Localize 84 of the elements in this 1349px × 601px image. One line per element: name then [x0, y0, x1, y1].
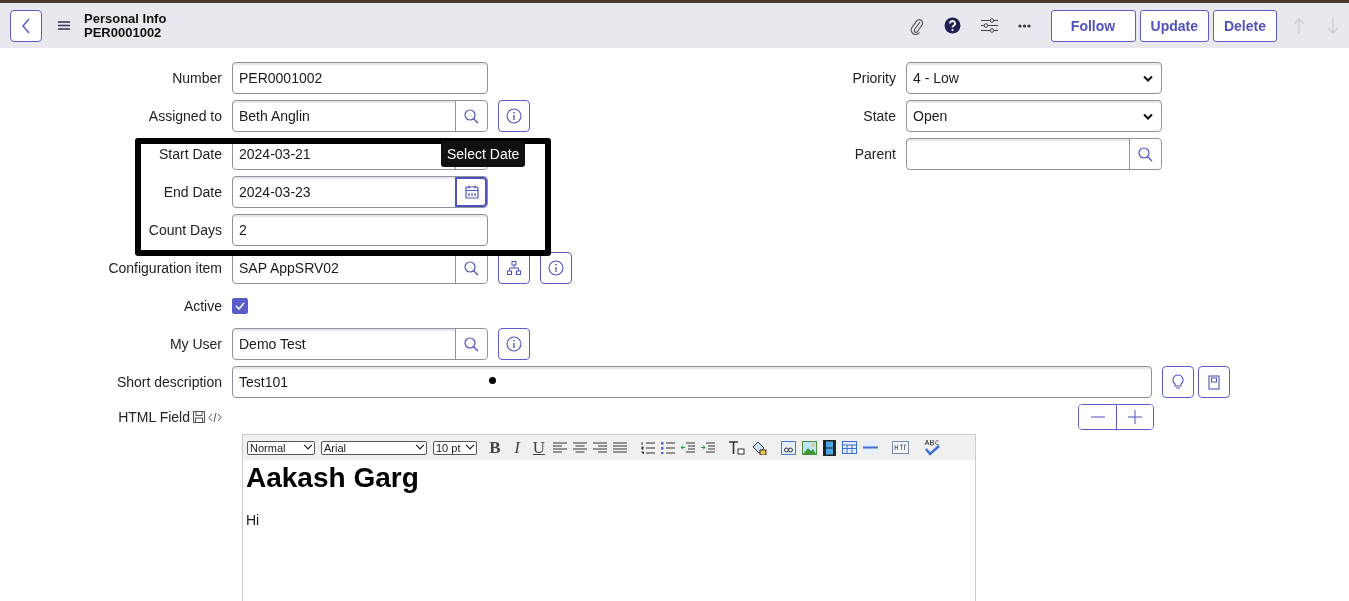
form-title: Personal Info — [84, 11, 167, 26]
field-label: Parent — [853, 146, 897, 162]
bold-button[interactable]: B — [487, 437, 503, 458]
input-field[interactable]: 2 — [232, 214, 488, 246]
input-field[interactable] — [906, 138, 1162, 170]
dot-mark — [489, 377, 496, 384]
chevron-left-icon — [21, 17, 31, 34]
checkbox[interactable] — [232, 298, 248, 314]
field-label: Configuration item — [107, 260, 223, 276]
outdent-icon[interactable] — [681, 441, 695, 454]
justify-icon[interactable] — [613, 441, 627, 454]
indent-icon[interactable] — [701, 441, 715, 454]
checkmark-icon — [235, 302, 245, 310]
text-style-icon[interactable] — [729, 440, 745, 455]
html-source-icon[interactable] — [892, 441, 909, 454]
search-icon — [464, 336, 479, 352]
field-label: My User — [168, 336, 223, 352]
more-icon[interactable] — [1017, 23, 1031, 28]
info-button[interactable] — [540, 252, 572, 284]
header-button[interactable]: Follow — [1050, 9, 1136, 42]
select-field[interactable]: Open — [906, 100, 1162, 132]
underline-button[interactable]: U — [531, 437, 547, 458]
code-icon[interactable] — [208, 411, 222, 423]
header-button[interactable]: Update — [1139, 9, 1209, 42]
search-icon — [1138, 146, 1153, 162]
search-icon — [464, 260, 479, 276]
calendar-icon — [464, 185, 479, 199]
chevron-down-icon — [1143, 112, 1153, 120]
field-label: Count Days — [147, 222, 223, 238]
book-icon — [1208, 374, 1220, 390]
input-field[interactable]: PER0001002 — [232, 62, 488, 94]
link-icon[interactable] — [781, 440, 796, 455]
header-button[interactable]: Delete — [1212, 9, 1277, 42]
align-center-icon[interactable] — [573, 441, 587, 454]
plus-button[interactable] — [1116, 405, 1153, 429]
field-label: Priority — [851, 70, 897, 86]
minus-icon — [1090, 416, 1105, 418]
calendar-button[interactable] — [455, 177, 487, 207]
italic-button[interactable]: I — [509, 437, 525, 458]
menu-icon[interactable] — [58, 21, 70, 30]
input-field[interactable]: Demo Test — [232, 328, 488, 360]
font-select[interactable]: Arial — [321, 440, 427, 455]
field-label: Number — [171, 70, 223, 86]
tooltip: Select Date — [441, 141, 526, 167]
save-icon[interactable] — [193, 411, 205, 423]
table-icon[interactable] — [842, 441, 857, 454]
field-label: State — [862, 108, 897, 124]
info-icon — [506, 108, 522, 124]
field-label: Start Date — [157, 146, 223, 162]
help-icon[interactable] — [943, 17, 961, 34]
align-right-icon[interactable] — [593, 441, 607, 454]
chevron-down-icon — [1143, 74, 1153, 82]
input-field[interactable]: Beth Anglin — [232, 100, 488, 132]
info-icon — [548, 260, 564, 276]
paperclip-icon[interactable] — [909, 16, 924, 35]
bullet-list-icon[interactable] — [661, 441, 675, 454]
plus-icon — [1128, 410, 1142, 424]
field-label: Short description — [115, 374, 223, 390]
input-field[interactable]: 2024-03-23 — [232, 176, 488, 208]
editor-heading: Aakash Garg — [246, 462, 420, 494]
spellcheck-icon[interactable] — [923, 439, 941, 456]
align-left-icon[interactable] — [553, 441, 567, 454]
info-icon — [506, 336, 522, 352]
sliders-icon[interactable] — [980, 18, 998, 33]
record-number: PER0001002 — [84, 25, 163, 40]
select-field[interactable]: 4 - Low — [906, 62, 1162, 94]
input-field[interactable]: Test101 — [232, 366, 1152, 398]
paint-bucket-icon[interactable] — [751, 440, 767, 455]
suggestion-button[interactable] — [1162, 366, 1194, 398]
editor-text: Hi — [246, 512, 261, 528]
numbered-list-icon[interactable] — [641, 441, 655, 454]
size-select[interactable]: 10 pt — [433, 440, 477, 455]
field-label: End Date — [162, 184, 223, 200]
image-icon[interactable] — [802, 440, 817, 455]
knowledge-button[interactable] — [1198, 366, 1230, 398]
field-label: Assigned to — [147, 108, 223, 124]
lightbulb-icon — [1172, 374, 1184, 390]
format-select[interactable]: Normal — [247, 440, 315, 455]
field-label: HTML Field — [118, 409, 190, 425]
search-icon — [464, 108, 479, 124]
back-button[interactable] — [10, 9, 42, 42]
film-icon[interactable] — [823, 439, 836, 456]
field-label: Active — [182, 298, 223, 314]
hierarchy-icon — [507, 261, 521, 275]
